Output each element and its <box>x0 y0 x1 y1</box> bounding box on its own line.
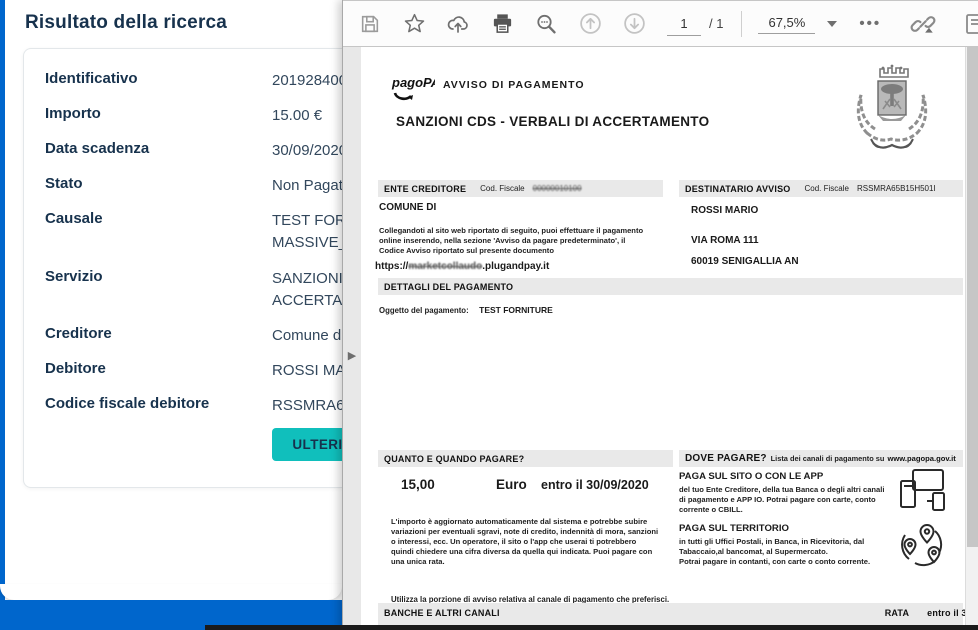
pdf-viewer-window: / 1 67,5% ••• <box>342 0 978 630</box>
document-panel-icon <box>963 12 978 36</box>
page-up-icon <box>578 11 603 36</box>
pagopa-logo-icon: pagoPA <box>391 71 435 110</box>
zoom-level-dropdown[interactable]: 67,5% <box>758 13 837 34</box>
dettagli-band: DETTAGLI DEL PAGAMENTO <box>378 278 963 295</box>
payment-url-suffix: .plugandpay.it <box>482 261 549 272</box>
quanto-title: QUANTO E QUANDO PAGARE? <box>384 454 524 464</box>
page-number-input[interactable] <box>667 12 701 36</box>
ente-info-text: Collegandoti al sito web riportato di se… <box>379 226 651 256</box>
quanto-band: QUANTO E QUANDO PAGARE? <box>378 450 673 467</box>
destinatario-address1: VIA ROMA 111 <box>691 235 759 246</box>
sidebar-expand-toggle[interactable]: ▶ <box>345 347 359 363</box>
field-label-codice-fiscale-debitore: Codice fiscale debitore <box>45 395 209 412</box>
field-label-stato: Stato <box>45 175 83 192</box>
page-left-accent-stripe <box>0 0 5 600</box>
ente-creditore-band: ENTE CREDITORE Cod. Fiscale 00000010100 <box>378 180 663 197</box>
search-icon <box>534 12 558 36</box>
pay-online-devices-icon <box>897 467 949 522</box>
more-options-button[interactable]: ••• <box>859 15 881 32</box>
bottom-window-edge <box>205 625 978 630</box>
payment-url-prefix: https:// <box>375 261 408 272</box>
annotation-link-button[interactable] <box>906 7 940 41</box>
field-label-identificativo: Identificativo <box>45 70 138 87</box>
print-icon <box>491 12 514 35</box>
banche-title: BANCHE E ALTRI CANALI <box>384 608 500 618</box>
dettagli-title: DETTAGLI DEL PAGAMENTO <box>384 282 513 292</box>
pdf-vertical-scrollbar[interactable] <box>965 47 978 630</box>
print-button[interactable] <box>485 7 519 41</box>
page-title: Risultato della ricerca <box>25 12 227 34</box>
dove-link: www.pagopa.gov.it <box>887 454 955 463</box>
dove-band: DOVE PAGARE? Lista dei canali di pagamen… <box>679 450 963 467</box>
comment-panel-button[interactable] <box>958 7 978 41</box>
pdf-toolbar: / 1 67,5% ••• <box>343 0 978 47</box>
paga-territorio-text2: Potrai pagare in contanti, con carte o c… <box>679 557 905 567</box>
payment-url: https://marketcollaudo.plugandpay.it <box>375 261 549 272</box>
svg-text:pagoPA: pagoPA <box>391 75 435 90</box>
pdf-page: pagoPA AVVISO DI PAGAMENTO SANZIONI CDS … <box>361 47 966 630</box>
share-button[interactable] <box>441 7 475 41</box>
pay-territory-pins-icon <box>897 519 947 574</box>
document-title: SANZIONI CDS - VERBALI DI ACCERTAMENTO <box>396 114 709 129</box>
search-button[interactable] <box>529 7 563 41</box>
amount-currency: Euro <box>496 477 527 492</box>
favorite-button[interactable] <box>397 7 431 41</box>
pdf-scrollbar-thumb[interactable] <box>967 47 978 547</box>
sidebar-collapsed-strip: ▶ <box>343 47 361 630</box>
field-label-debitore: Debitore <box>45 360 106 377</box>
amount-due-date: entro il 30/09/2020 <box>541 478 649 492</box>
dove-title: DOVE PAGARE? <box>685 453 767 464</box>
amount-value: 15,00 <box>401 477 435 492</box>
destinatario-name: ROSSI MARIO <box>691 205 758 216</box>
paga-territorio-text1: in tutti gli Uffici Postali, in Banca, i… <box>679 537 905 557</box>
destinatario-title: DESTINATARIO AVVISO <box>685 184 790 194</box>
zoom-level-value: 67,5% <box>758 13 815 34</box>
oggetto-row: Oggetto del pagamento: TEST FORNITURE <box>379 300 553 318</box>
field-label-causale: Causale <box>45 210 103 227</box>
ente-cod-fiscale-value: 00000010100 <box>533 184 582 193</box>
previous-page-button[interactable] <box>573 7 607 41</box>
destinatario-cod-fiscale-label: Cod. Fiscale <box>804 184 848 193</box>
oggetto-value: TEST FORNITURE <box>479 305 553 315</box>
ente-name: COMUNE DI <box>379 202 436 213</box>
paga-sito-text: del tuo Ente Creditore, della tua Banca … <box>679 485 891 515</box>
field-label-creditore: Creditore <box>45 325 112 342</box>
rata-label: RATA <box>885 608 909 618</box>
amount-note: L'importo è aggiornato automaticamente d… <box>391 517 659 567</box>
link-icon <box>910 11 936 37</box>
save-button[interactable] <box>353 7 387 41</box>
dove-subtitle: Lista dei canali di pagamento su <box>771 454 885 463</box>
field-label-data-scadenza: Data scadenza <box>45 140 149 157</box>
ente-creditore-title: ENTE CREDITORE <box>384 184 466 194</box>
star-icon <box>403 12 426 35</box>
avviso-di-pagamento-title: AVVISO DI PAGAMENTO <box>443 79 585 91</box>
cloud-upload-icon <box>446 12 470 36</box>
payment-url-redacted: marketcollaudo <box>408 261 482 272</box>
content-bottom-edge <box>0 584 342 600</box>
page-total-label: / 1 <box>709 16 723 31</box>
pdf-body: ▶ pagoPA AVVISO DI PAGAMENTO SANZIONI CD… <box>343 47 978 630</box>
destinatario-band: DESTINATARIO AVVISO Cod. Fiscale RSSMRA6… <box>679 180 963 197</box>
paga-sito-title: PAGA SUL SITO O CON LE APP <box>679 471 823 482</box>
oggetto-label: Oggetto del pagamento: <box>379 306 469 315</box>
paga-territorio-title: PAGA SUL TERRITORIO <box>679 523 789 534</box>
coat-of-arms-image <box>847 59 937 164</box>
save-icon <box>359 13 381 35</box>
page-down-icon <box>622 11 647 36</box>
next-page-button[interactable] <box>617 7 651 41</box>
chevron-down-icon <box>827 21 837 27</box>
ente-cod-fiscale-label: Cod. Fiscale <box>480 184 524 193</box>
toolbar-divider <box>741 11 742 37</box>
destinatario-address2: 60019 SENIGALLIA AN <box>691 256 799 267</box>
field-label-importo: Importo <box>45 105 101 122</box>
destinatario-cod-fiscale-value: RSSMRA65B15H501I <box>857 184 936 193</box>
field-label-servizio: Servizio <box>45 268 103 285</box>
